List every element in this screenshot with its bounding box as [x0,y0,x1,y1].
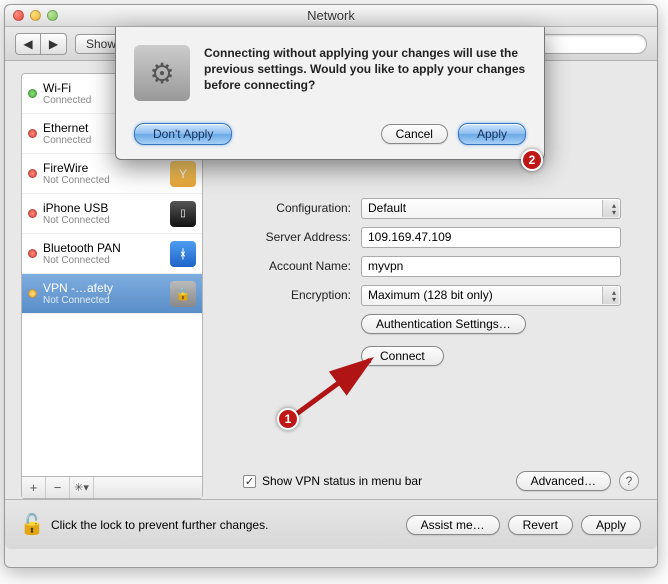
lock-button[interactable]: 🔓 [21,511,43,539]
sidebar-item-status: Not Connected [43,255,164,267]
server-address-label: Server Address: [221,230,361,244]
show-vpn-status-checkbox[interactable]: ✓ Show VPN status in menu bar [243,474,422,488]
nav-buttons: ◀ ▶ [15,33,67,55]
sidebar-item-status: Not Connected [43,295,164,307]
callout-badge: 2 [521,149,543,171]
sidebar-item-status: Not Connected [43,215,164,227]
callout-badge: 1 [277,408,299,430]
bottom-row: ✓ Show VPN status in menu bar Advanced… … [203,471,639,491]
row-encryption: Encryption: Maximum (128 bit only)▴▾ [221,283,639,307]
chevron-left-icon: ◀ [23,36,32,52]
configuration-label: Configuration: [221,201,361,215]
sidebar-item-firewire[interactable]: FireWire Not Connected Y [22,154,202,194]
encryption-popup[interactable]: Maximum (128 bit only)▴▾ [361,285,621,306]
sidebar-item-status: Not Connected [43,175,164,187]
iphone-icon: ▯ [170,201,196,227]
status-dot-icon [28,249,37,258]
callout-1: 1 [277,408,299,430]
row-account-name: Account Name: myvpn [221,254,639,278]
lock-text: Click the lock to prevent further change… [51,518,268,532]
chevron-updown-icon: ▴▾ [612,289,616,303]
bluetooth-icon: ᚼ [170,241,196,267]
sidebar-footer: + − ✳︎▾ [22,476,202,498]
window-title: Network [5,8,657,23]
show-vpn-status-label: Show VPN status in menu bar [262,474,422,488]
remove-service-button[interactable]: − [46,477,70,498]
cancel-button[interactable]: Cancel [381,124,448,144]
sidebar-item-vpn[interactable]: VPN -…afety Not Connected 🔒 [22,274,202,314]
chevron-updown-icon: ▴▾ [612,202,616,216]
checkbox-checked-icon: ✓ [243,475,256,488]
server-address-input[interactable]: 109.169.47.109 [361,227,621,248]
help-icon: ? [626,474,633,488]
sidebar-item-label: iPhone USB [43,201,164,215]
callout-2: 2 [521,149,543,171]
firewire-icon: Y [170,161,196,187]
status-dot-icon [28,209,37,218]
lock-icon: 🔒 [170,281,196,307]
sidebar-item-label: VPN -…afety [43,281,164,295]
dialog-apply-button[interactable]: Apply [458,123,526,145]
window-footer: 🔓 Click the lock to prevent further chan… [5,499,657,549]
advanced-button[interactable]: Advanced… [516,471,611,491]
apply-button[interactable]: Apply [581,515,641,535]
forward-button[interactable]: ▶ [41,33,67,55]
status-dot-icon [28,169,37,178]
back-button[interactable]: ◀ [15,33,41,55]
encryption-label: Encryption: [221,288,361,302]
dont-apply-button[interactable]: Don't Apply [134,123,232,145]
row-configuration: Configuration: Default▴▾ [221,196,639,220]
chevron-right-icon: ▶ [49,36,58,52]
row-connect: Connect [221,344,639,368]
system-preferences-icon: ⚙︎ [134,45,190,101]
sidebar-item-label: Bluetooth PAN [43,241,164,255]
add-service-button[interactable]: + [22,477,46,498]
help-button[interactable]: ? [619,471,639,491]
account-name-input[interactable]: myvpn [361,256,621,277]
sidebar-item-bluetooth-pan[interactable]: Bluetooth PAN Not Connected ᚼ [22,234,202,274]
unlocked-lock-icon: 🔓 [20,512,45,537]
status-dot-icon [28,129,37,138]
network-preferences-window: Network ◀ ▶ Show All 🔍 Wi-Fi Connected ⌔ [4,4,658,568]
authentication-settings-button[interactable]: Authentication Settings… [361,314,526,334]
sidebar-item-label: FireWire [43,161,164,175]
dialog-message: Connecting without applying your changes… [204,45,526,101]
titlebar: Network [5,5,657,27]
confirm-apply-dialog: ⚙︎ Connecting without applying your chan… [115,27,545,160]
assist-me-button[interactable]: Assist me… [406,515,500,535]
sidebar-item-iphone-usb[interactable]: iPhone USB Not Connected ▯ [22,194,202,234]
revert-button[interactable]: Revert [508,515,573,535]
row-server-address: Server Address: 109.169.47.109 [221,225,639,249]
annotation-arrow [285,355,385,425]
account-name-label: Account Name: [221,259,361,273]
service-actions-button[interactable]: ✳︎▾ [70,477,94,498]
row-auth: Authentication Settings… [221,312,639,336]
status-dot-connected-icon [28,89,37,98]
configuration-popup[interactable]: Default▴▾ [361,198,621,219]
status-dot-icon [28,289,37,298]
